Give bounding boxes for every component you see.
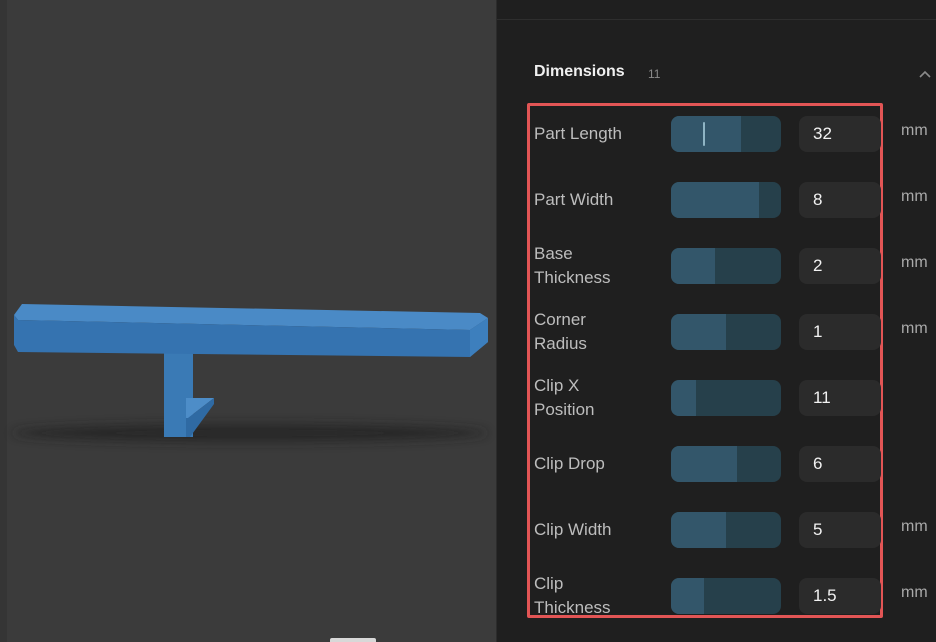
parameter-slider[interactable] (671, 182, 781, 218)
parameter-row: Corner Radius 1 mm (497, 310, 936, 353)
parameter-row: Clip Drop 6 (497, 444, 936, 484)
slider-fill (671, 446, 737, 482)
parameter-value-input[interactable]: 1.5 (799, 578, 881, 614)
parameter-unit: mm (901, 584, 928, 601)
parameter-value-input[interactable]: 6 (799, 446, 881, 482)
bottom-handle[interactable] (330, 638, 376, 642)
parameter-label: Corner Radius (534, 310, 587, 353)
3d-model[interactable] (0, 0, 496, 642)
parameter-slider[interactable] (671, 512, 781, 548)
parameter-slider[interactable] (671, 314, 781, 350)
parameter-value-input[interactable]: 1 (799, 314, 881, 350)
chevron-up-icon[interactable] (917, 68, 933, 80)
parameter-label: Part Length (534, 124, 622, 143)
section-title[interactable]: Dimensions (534, 63, 625, 81)
parameter-row: Part Length 32 mm (497, 114, 936, 154)
slider-cursor[interactable] (703, 122, 705, 146)
panel-separator (497, 19, 936, 20)
parameter-label: Base Thickness (534, 244, 611, 287)
parameter-slider[interactable] (671, 578, 781, 614)
parameter-unit: mm (901, 518, 928, 535)
parameter-unit: mm (901, 320, 928, 337)
parameter-value-input[interactable]: 2 (799, 248, 881, 284)
slider-fill (671, 512, 726, 548)
parameter-label: Clip X Position (534, 376, 595, 419)
parameter-slider[interactable] (671, 248, 781, 284)
parameter-row: Part Width 8 mm (497, 180, 936, 220)
parameter-value-input[interactable]: 5 (799, 512, 881, 548)
parameter-value-input[interactable]: 32 (799, 116, 881, 152)
slider-fill (671, 182, 759, 218)
slider-fill (671, 116, 742, 152)
parameter-slider[interactable] (671, 116, 781, 152)
parameter-unit: mm (901, 188, 928, 205)
parameter-row: Clip Thickness 1.5 mm (497, 574, 936, 617)
3d-viewport[interactable] (0, 0, 496, 642)
parameter-slider[interactable] (671, 380, 781, 416)
model-shadow (12, 424, 488, 442)
slider-fill (671, 248, 715, 284)
slider-fill (671, 380, 697, 416)
parameters-panel: Dimensions 11 Part Length 32 mm Part Width 8… (496, 0, 936, 642)
parameter-row: Clip Width 5 mm (497, 510, 936, 550)
parameter-slider[interactable] (671, 446, 781, 482)
parameter-unit: mm (901, 254, 928, 271)
parameter-label: Clip Drop (534, 454, 605, 473)
parameter-label: Clip Thickness (534, 574, 611, 617)
parameter-unit: mm (901, 122, 928, 139)
parameter-value-input[interactable]: 8 (799, 182, 881, 218)
slider-fill (671, 578, 704, 614)
parameter-row: Base Thickness 2 mm (497, 244, 936, 287)
parameter-row: Clip X Position 11 (497, 376, 936, 419)
parameter-label: Clip Width (534, 520, 612, 539)
section-count-badge: 11 (648, 67, 661, 81)
slider-fill (671, 314, 726, 350)
parameter-value-input[interactable]: 11 (799, 380, 881, 416)
parameter-label: Part Width (534, 190, 614, 209)
